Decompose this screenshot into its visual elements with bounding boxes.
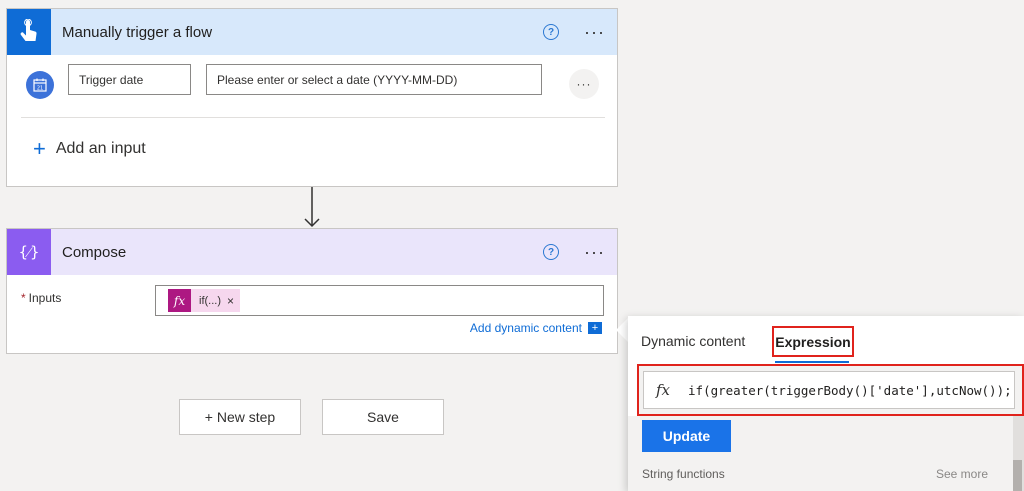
- touch-hand-icon: [7, 9, 51, 55]
- help-icon[interactable]: ?: [543, 24, 559, 40]
- dynamic-content-panel: Dynamic content Expression fx if(greater…: [628, 316, 1024, 491]
- expression-input[interactable]: fx if(greater(triggerBody()['date'],utcN…: [643, 371, 1015, 409]
- active-tab-indicator: [775, 361, 849, 363]
- inputs-label: * Inputs: [21, 291, 61, 305]
- remove-token-icon[interactable]: ×: [227, 294, 240, 308]
- scrollbar-thumb[interactable]: [1013, 460, 1022, 491]
- section-title: String functions: [642, 467, 725, 481]
- add-input-button[interactable]: + Add an input: [33, 136, 146, 161]
- inputs-field[interactable]: fx if(...) ×: [155, 285, 604, 316]
- expression-token[interactable]: fx if(...) ×: [168, 289, 241, 312]
- arrow-down-icon: [304, 187, 320, 228]
- help-icon[interactable]: ?: [543, 244, 559, 260]
- token-label: if(...): [199, 294, 221, 307]
- divider: [21, 117, 605, 118]
- tab-dynamic-content[interactable]: Dynamic content: [641, 333, 745, 349]
- expression-highlight: fx if(greater(triggerBody()['date'],utcN…: [637, 364, 1024, 416]
- expression-text: if(greater(triggerBody()['date'],utcNow(…: [688, 382, 1012, 398]
- plus-box-icon: +: [588, 322, 602, 334]
- compose-icon: {⁄}: [7, 229, 51, 275]
- add-dynamic-content-link[interactable]: Add dynamic content +: [470, 321, 602, 335]
- see-more-link[interactable]: See more: [936, 467, 988, 481]
- required-mark: *: [21, 291, 26, 305]
- add-input-label: Add an input: [55, 140, 146, 157]
- more-options-icon[interactable]: ···: [584, 23, 605, 41]
- compose-card: {⁄} Compose ? ··· * Inputs fx if(...) × A…: [6, 228, 618, 354]
- new-step-button[interactable]: + New step: [179, 399, 301, 435]
- add-dynamic-content-label: Add dynamic content: [469, 321, 582, 335]
- trigger-title: Manually trigger a flow: [62, 23, 213, 41]
- plus-icon: +: [33, 136, 46, 161]
- function-section-header: String functions See more: [642, 467, 988, 481]
- trigger-input-name-field[interactable]: Trigger date: [68, 64, 191, 95]
- calendar-icon: 21: [26, 71, 54, 99]
- fx-icon: fx: [656, 381, 671, 399]
- trigger-date-field[interactable]: Please enter or select a date (YYYY-MM-D…: [206, 64, 542, 95]
- more-options-icon[interactable]: ···: [584, 243, 605, 261]
- save-button[interactable]: Save: [322, 399, 444, 435]
- calendar-day: 21: [37, 86, 43, 92]
- compose-header[interactable]: {⁄} Compose ? ···: [7, 229, 617, 275]
- panel-pointer: [616, 318, 628, 342]
- update-button[interactable]: Update: [642, 420, 731, 452]
- input-more-button[interactable]: ···: [569, 69, 599, 99]
- trigger-card: Manually trigger a flow ? ··· 21 Trigger…: [6, 8, 618, 187]
- tab-expression[interactable]: Expression: [772, 326, 854, 357]
- fx-icon: fx: [168, 289, 191, 312]
- inputs-label-text: Inputs: [28, 291, 62, 305]
- trigger-header[interactable]: Manually trigger a flow ? ···: [7, 9, 617, 55]
- compose-title: Compose: [62, 243, 127, 261]
